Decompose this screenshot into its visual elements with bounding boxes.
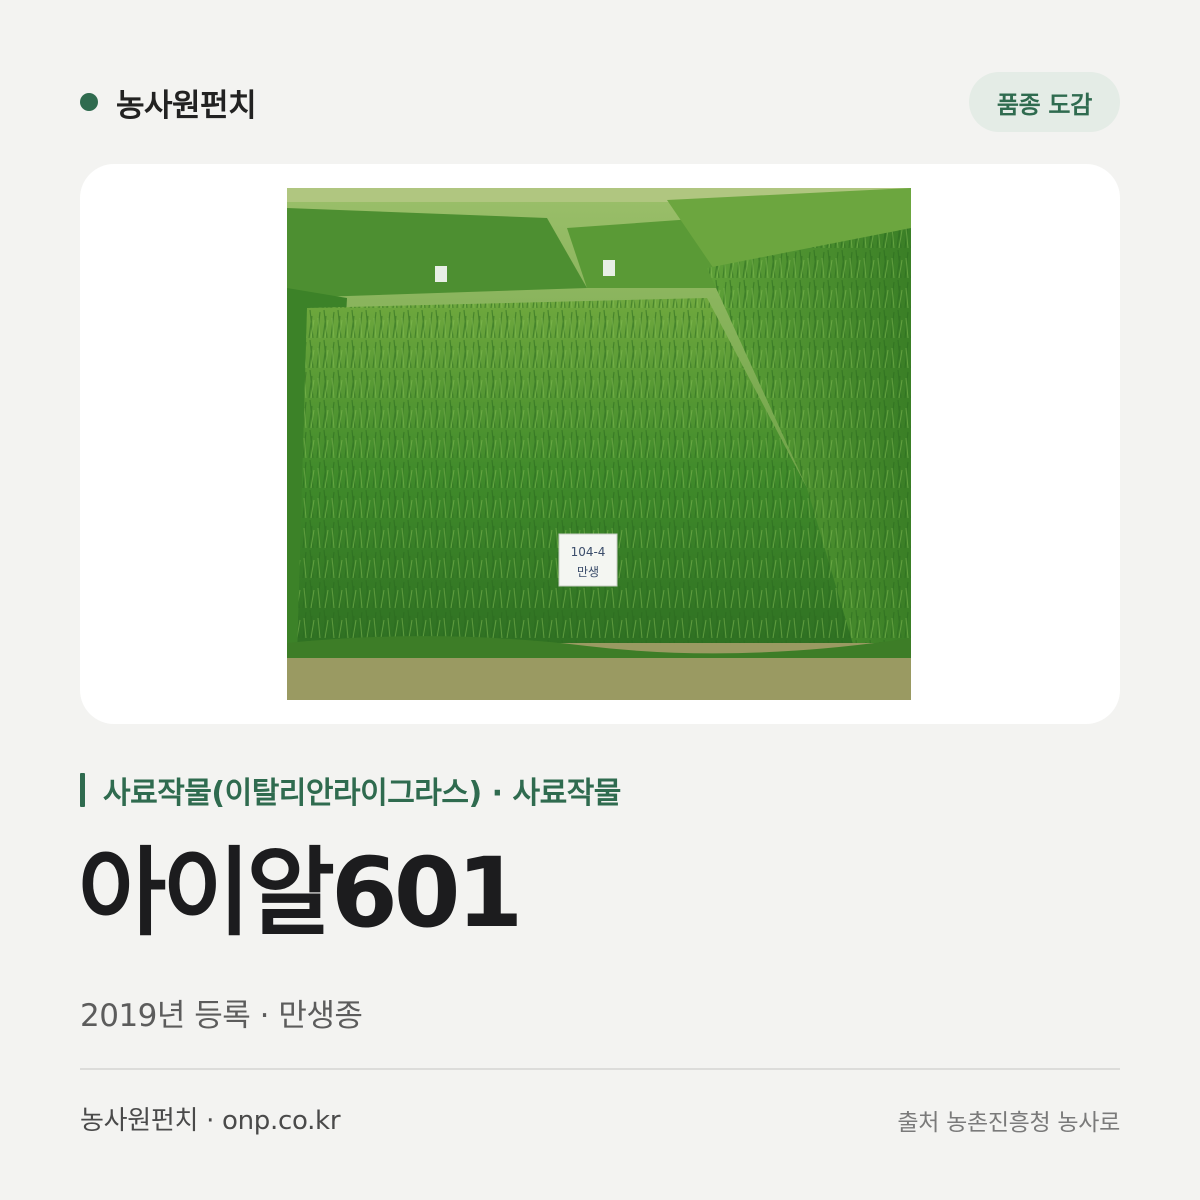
svg-text:만생: 만생 bbox=[577, 565, 599, 579]
variety-card-page: 농사원펀치 품종 도감 104-4 만생 사료작물(이탈리안라이그라스) · 사… bbox=[0, 0, 1200, 1200]
crop-photo: 104-4 만생 bbox=[287, 188, 911, 700]
footer-source: 출처 농촌진흥청 농사로 bbox=[897, 1110, 1120, 1136]
svg-text:104-4: 104-4 bbox=[571, 545, 606, 559]
brand-dot-icon bbox=[80, 93, 98, 111]
category: 사료작물(이탈리안라이그라스) · 사료작물 bbox=[80, 770, 621, 811]
footer-site[interactable]: 농사원펀치 · onp.co.kr bbox=[80, 1100, 341, 1137]
variety-meta: 2019년 등록 · 만생종 bbox=[80, 998, 363, 1034]
image-card: 104-4 만생 bbox=[80, 164, 1120, 724]
category-bar bbox=[80, 773, 85, 807]
brand: 농사원펀치 bbox=[80, 80, 257, 124]
catalog-tag: 품종 도감 bbox=[968, 72, 1120, 132]
divider bbox=[80, 1068, 1120, 1070]
variety-name: 아이알601 bbox=[78, 837, 523, 949]
category-text: 사료작물(이탈리안라이그라스) · 사료작물 bbox=[103, 776, 621, 811]
brand-name: 농사원펀치 bbox=[116, 87, 257, 124]
